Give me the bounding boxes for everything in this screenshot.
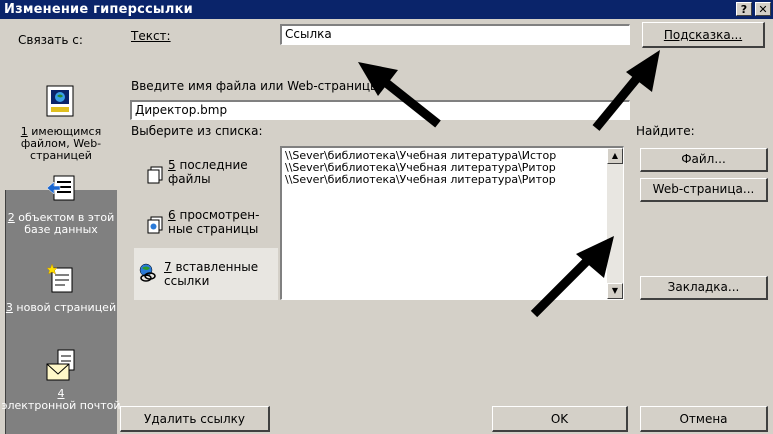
find-label: Найдите: (636, 124, 695, 138)
links-list[interactable]: \\Sever\библиотека\Учебная литература\Ис… (280, 146, 624, 300)
choose-from-list-label: Выберите из списка: (131, 124, 263, 138)
tab-recent-files-line1: последние (179, 158, 248, 172)
tab-inserted-links-line1: вставленные (175, 260, 259, 274)
window-title: Изменение гиперссылки (4, 2, 193, 17)
new-page-icon (46, 263, 73, 293)
help-button[interactable]: ? (736, 2, 752, 16)
link-to-email-label: электронной почтой (1, 399, 121, 412)
recent-files-icon (147, 166, 163, 184)
email-icon (46, 349, 75, 381)
link-to-existing-file-label: имеющимся файлом, Web-страницей (20, 125, 102, 162)
existing-file-icon (46, 85, 74, 117)
link-to-db-object-key: 2 (7, 211, 15, 224)
ok-label: OK (550, 412, 569, 426)
browsed-pages-icon (147, 216, 163, 234)
tab-browsed-pages-line2: ные страницы (168, 222, 259, 236)
address-input[interactable]: Директор.bmp (130, 100, 630, 120)
browse-web-label: Web-страница... (652, 182, 755, 196)
hint-button[interactable]: Подсказка... (642, 22, 765, 48)
list-item[interactable]: \\Sever\библиотека\Учебная литература\Ри… (282, 174, 604, 186)
link-to-new-page[interactable]: 3 новой страницей (0, 262, 122, 342)
cancel-button[interactable]: Отмена (640, 406, 768, 432)
list-scrollbar[interactable]: ▲ ▼ (607, 148, 623, 299)
text-label-text: Текст: (131, 29, 171, 43)
text-label: Текст: (131, 29, 171, 43)
tab-recent-files-line2: файлы (168, 172, 211, 186)
tab-browsed-pages-line1: просмотрен- (179, 208, 260, 222)
bookmark-button[interactable]: Закладка... (640, 276, 768, 300)
tab-inserted-links-key: 7 (164, 260, 172, 274)
link-to-db-object[interactable]: 2 объектом в этой базе данных (0, 172, 122, 262)
display-text-input[interactable]: Ссылка (280, 24, 630, 45)
browse-file-button[interactable]: Файл... (640, 148, 768, 172)
link-to-db-object-label: объектом в этой базе данных (18, 211, 115, 236)
browse-web-button[interactable]: Web-страница... (640, 178, 768, 202)
hint-button-label: Подсказка... (663, 28, 743, 42)
title-bar[interactable]: Изменение гиперссылки ? ✕ (0, 0, 773, 19)
link-to-new-page-key: 3 (5, 301, 13, 314)
link-to-new-page-label: новой страницей (16, 301, 117, 314)
database-object-icon (46, 175, 75, 201)
hyperlink-dialog: Изменение гиперссылки ? ✕ Связать с: 1 и… (0, 0, 773, 434)
scroll-down-icon[interactable]: ▼ (607, 283, 623, 299)
bookmark-label: Закладка... (667, 280, 740, 294)
address-label: Введите имя файла или Web-страницы: (131, 79, 384, 93)
tab-browsed-pages-key: 6 (168, 208, 176, 222)
inserted-links-icon (139, 263, 156, 282)
ok-button[interactable]: OK (492, 406, 628, 432)
link-to-heading: Связать с: (18, 33, 83, 47)
tab-recent-files-key: 5 (168, 158, 176, 172)
remove-link-label: Удалить ссылку (144, 412, 245, 426)
tab-inserted-links-line2: ссылки (164, 274, 210, 288)
scroll-up-icon[interactable]: ▲ (607, 148, 623, 164)
link-to-bar: Связать с: 1 имеющимся файлом, Web-стран… (0, 20, 122, 434)
remove-link-button[interactable]: Удалить ссылку (120, 406, 270, 432)
cancel-label: Отмена (679, 412, 728, 426)
list-source-tabs: 5 последние файлы 6 просмотрен- ные стра… (132, 140, 278, 300)
close-button[interactable]: ✕ (755, 2, 771, 16)
link-to-email[interactable]: 4 электронной почтой (0, 348, 122, 434)
browse-file-label: Файл... (681, 152, 726, 166)
tab-inserted-links[interactable]: 7 вставленные ссылки (134, 248, 278, 300)
